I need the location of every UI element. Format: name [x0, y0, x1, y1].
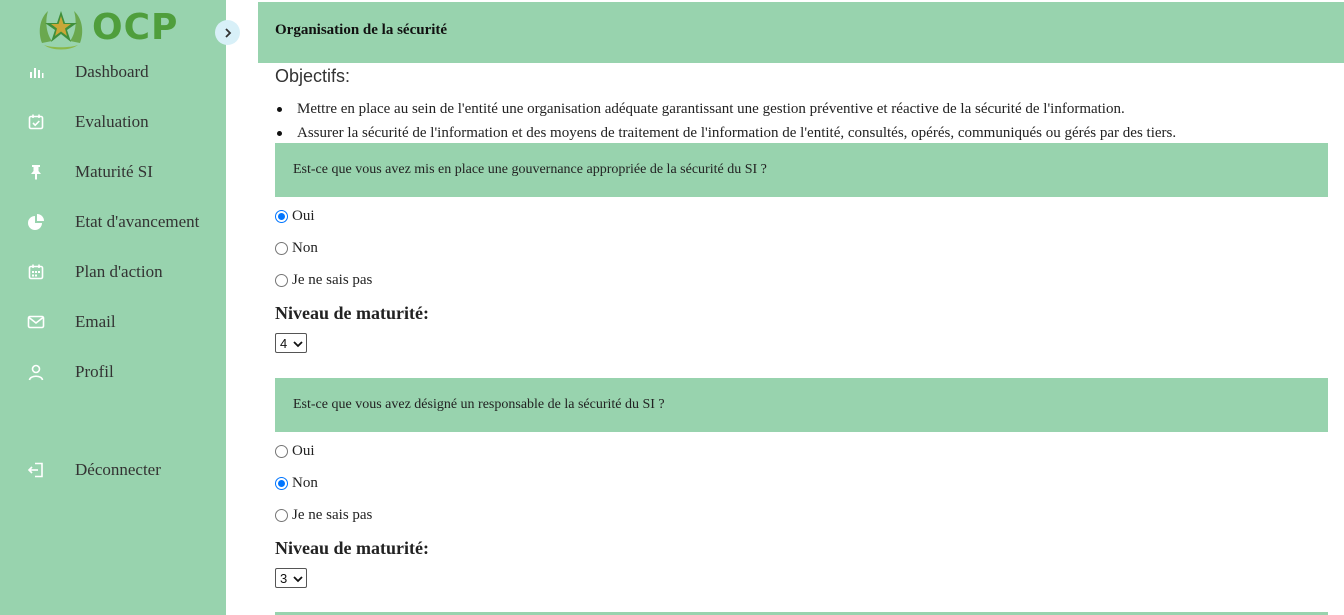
ocp-logo-text: OCP: [92, 7, 179, 48]
calendar-check-icon: [26, 112, 46, 132]
sidebar-item-profil[interactable]: Profil: [0, 356, 226, 388]
radio-label: Non: [292, 474, 318, 491]
calendar-icon: [26, 262, 46, 282]
radio-button[interactable]: [275, 508, 288, 522]
sidebar-item-plan-action[interactable]: Plan d'action: [0, 256, 226, 288]
sidebar-item-email[interactable]: Email: [0, 306, 226, 338]
radio-label: Oui: [292, 442, 315, 459]
radio-label: Non: [292, 239, 318, 256]
sidebar-item-etat-avancement[interactable]: Etat d'avancement: [0, 206, 226, 238]
page-title: Organisation de la sécurité: [275, 22, 448, 38]
question-box: Est-ce que vous avez mis en place une go…: [275, 143, 1328, 197]
question-text: Est-ce que vous avez mis en place une go…: [293, 162, 767, 177]
logout-icon: [26, 460, 46, 480]
user-icon: [26, 362, 46, 382]
radio-label: Je ne sais pas: [292, 271, 373, 288]
sidebar-item-label: Profil: [75, 362, 114, 381]
radio-je-ne-sais-pas[interactable]: Je ne sais pas: [275, 270, 372, 290]
sidebar: OCP Dashboard Evaluation Maturité SI Eta…: [0, 0, 226, 615]
radio-non[interactable]: Non: [275, 238, 318, 258]
sidebar-item-label: Email: [75, 312, 116, 331]
radio-je-ne-sais-pas[interactable]: Je ne sais pas: [275, 505, 372, 525]
radio-label: Oui: [292, 207, 315, 224]
objectifs-heading: Objectifs:: [275, 66, 351, 86]
mail-icon: [26, 312, 46, 332]
page-header: Organisation de la sécurité: [258, 2, 1344, 63]
question-box: Est-ce que vous avez désigné un responsa…: [275, 378, 1328, 432]
list-item: Mettre en place au sein de l'entité une …: [275, 97, 1335, 121]
maturity-level-label: Niveau de maturité:: [275, 303, 429, 323]
ocp-emblem-icon: [39, 11, 83, 50]
select-value: 3: [280, 570, 288, 586]
pin-icon: [26, 162, 46, 182]
radio-button[interactable]: [275, 444, 288, 458]
chevron-down-icon: [293, 576, 303, 583]
sidebar-item-label: Maturité SI: [75, 162, 153, 181]
maturity-level-select[interactable]: 4: [275, 333, 307, 353]
objectifs-list: Mettre en place au sein de l'entité une …: [275, 97, 1335, 145]
main-content: Organisation de la sécurité Objectifs: M…: [258, 0, 1344, 615]
list-item: Assurer la sécurité de l'information et …: [275, 121, 1335, 145]
select-value: 4: [280, 335, 288, 351]
bar-chart-icon: [26, 62, 46, 82]
sidebar-item-label: Dashboard: [75, 62, 149, 81]
sidebar-item-evaluation[interactable]: Evaluation: [0, 106, 226, 138]
ocp-logo[interactable]: OCP: [36, 4, 178, 52]
maturity-level-label: Niveau de maturité:: [275, 538, 429, 558]
maturity-level-select[interactable]: 3: [275, 568, 307, 588]
radio-non[interactable]: Non: [275, 473, 318, 493]
sidebar-item-label: Evaluation: [75, 112, 149, 131]
sidebar-toggle-button[interactable]: [215, 20, 240, 45]
radio-button[interactable]: [275, 476, 288, 490]
chevron-down-icon: [293, 341, 303, 348]
radio-button[interactable]: [275, 241, 288, 255]
radio-label: Je ne sais pas: [292, 506, 373, 523]
radio-button[interactable]: [275, 209, 288, 223]
radio-button[interactable]: [275, 273, 288, 287]
sidebar-item-maturite[interactable]: Maturité SI: [0, 156, 226, 188]
pie-chart-icon: [26, 212, 46, 232]
radio-oui[interactable]: Oui: [275, 441, 315, 461]
radio-oui[interactable]: Oui: [275, 206, 315, 226]
sidebar-item-label: Plan d'action: [75, 262, 163, 281]
question-text: Est-ce que vous avez désigné un responsa…: [293, 397, 665, 412]
sidebar-item-dashboard[interactable]: Dashboard: [0, 56, 226, 88]
sidebar-item-deconnecter[interactable]: Déconnecter: [0, 454, 226, 486]
sidebar-item-label: Etat d'avancement: [75, 212, 200, 231]
chevron-right-icon: [224, 27, 231, 38]
sidebar-item-label: Déconnecter: [75, 460, 161, 479]
